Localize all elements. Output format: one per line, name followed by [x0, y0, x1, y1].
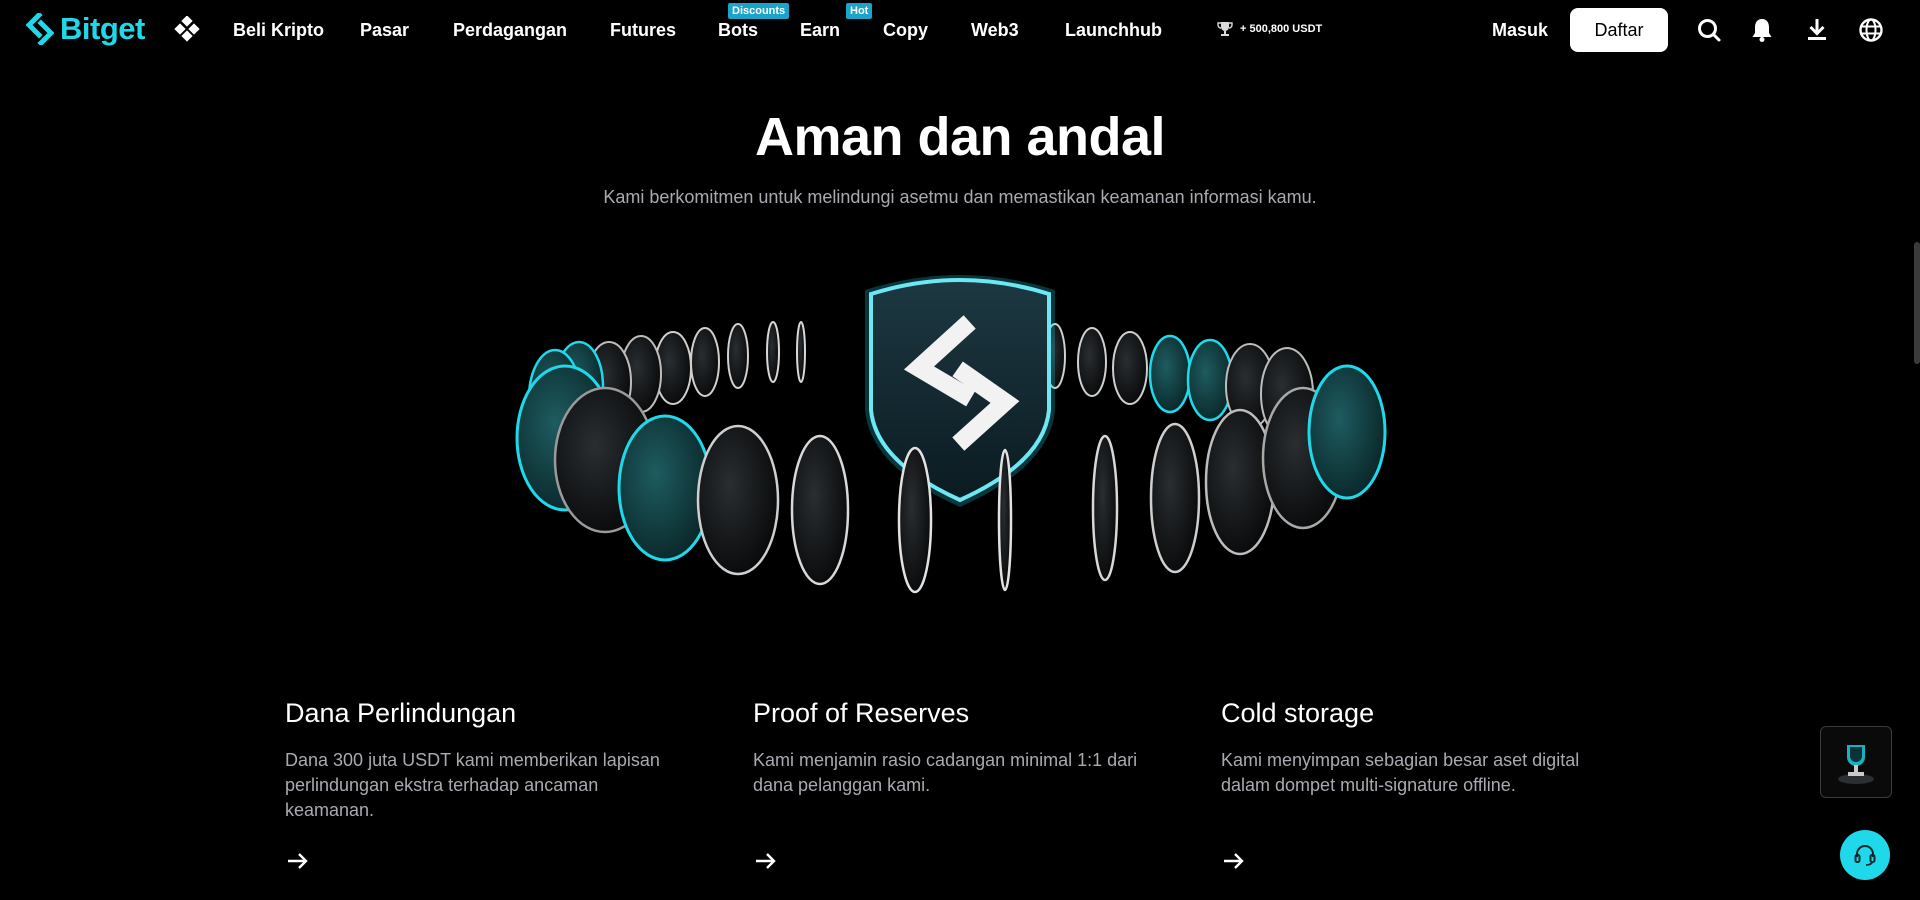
- logo-text: Bitget: [60, 11, 145, 46]
- feature-proof-of-reserves: Proof of Reserves Kami menjamin rasio ca…: [753, 696, 1153, 869]
- discounts-badge: Discounts: [728, 3, 790, 19]
- nav-copy[interactable]: Copy: [883, 19, 928, 41]
- language-button[interactable]: [1857, 16, 1885, 44]
- download-button[interactable]: [1803, 16, 1831, 44]
- feature-protection-fund: Dana Perlindungan Dana 300 juta USDT kam…: [285, 696, 685, 869]
- feature-title: Cold storage: [1221, 698, 1375, 728]
- globe-icon: [1859, 18, 1883, 42]
- search-icon: [1698, 19, 1721, 42]
- floating-promo-card[interactable]: [1820, 726, 1892, 798]
- login-link[interactable]: Masuk: [1492, 19, 1548, 41]
- apps-grid-icon[interactable]: [174, 16, 200, 42]
- feature-title: Proof of Reserves: [753, 698, 970, 728]
- arrow-right-icon[interactable]: [285, 848, 311, 874]
- download-icon: [1808, 19, 1826, 40]
- feature-description: Kami menjamin rasio cadangan minimal 1:1…: [753, 750, 1138, 795]
- trophy-promo-icon: [1838, 745, 1874, 784]
- feature-title: Dana Perlindungan: [285, 698, 517, 728]
- arrow-right-icon[interactable]: [1221, 848, 1247, 874]
- arrow-right-icon[interactable]: [753, 848, 779, 874]
- nav-earn[interactable]: Earn: [800, 19, 840, 41]
- promo-reward[interactable]: + 500,800 USDT: [1216, 20, 1322, 38]
- nav-bots[interactable]: Bots: [718, 19, 758, 41]
- bell-icon: [1752, 19, 1772, 42]
- feature-description: Kami menyimpan sebagian besar aset digit…: [1221, 750, 1580, 795]
- nav-pasar[interactable]: Pasar: [360, 19, 409, 41]
- nav-perdagangan[interactable]: Perdagangan: [453, 19, 567, 41]
- promo-text: + 500,800 USDT: [1240, 23, 1323, 35]
- trophy-icon: [1217, 22, 1233, 36]
- bitget-logo[interactable]: Bitget: [26, 11, 145, 47]
- section-title: Aman dan andal: [754, 107, 1166, 167]
- section-subtitle: Kami berkomitmen untuk melindungi asetmu…: [603, 187, 1317, 207]
- customer-support-button[interactable]: [1840, 830, 1890, 880]
- hot-badge: Hot: [846, 3, 873, 19]
- top-navigation-bar: Bitget Beli Kripto Pasar Perdagangan Fut…: [0, 0, 1920, 60]
- notifications-button[interactable]: [1748, 16, 1776, 44]
- nav-beli-kripto[interactable]: Beli Kripto: [233, 19, 324, 41]
- bitget-shield: [865, 275, 1055, 507]
- nav-web3[interactable]: Web3: [971, 19, 1019, 41]
- page-scrollbar-thumb[interactable]: [1914, 242, 1920, 364]
- security-shield-illustration: [515, 275, 1387, 594]
- nav-launchhub[interactable]: Launchhub: [1065, 19, 1162, 41]
- bitget-logo-icon: [26, 13, 54, 45]
- headset-icon: [1854, 845, 1876, 866]
- signup-button[interactable]: Daftar: [1570, 8, 1668, 52]
- feature-cold-storage: Cold storage Kami menyimpan sebagian bes…: [1221, 696, 1621, 869]
- search-button[interactable]: [1695, 16, 1723, 44]
- feature-description: Dana 300 juta USDT kami memberikan lapis…: [285, 750, 660, 820]
- nav-futures[interactable]: Futures: [610, 19, 676, 41]
